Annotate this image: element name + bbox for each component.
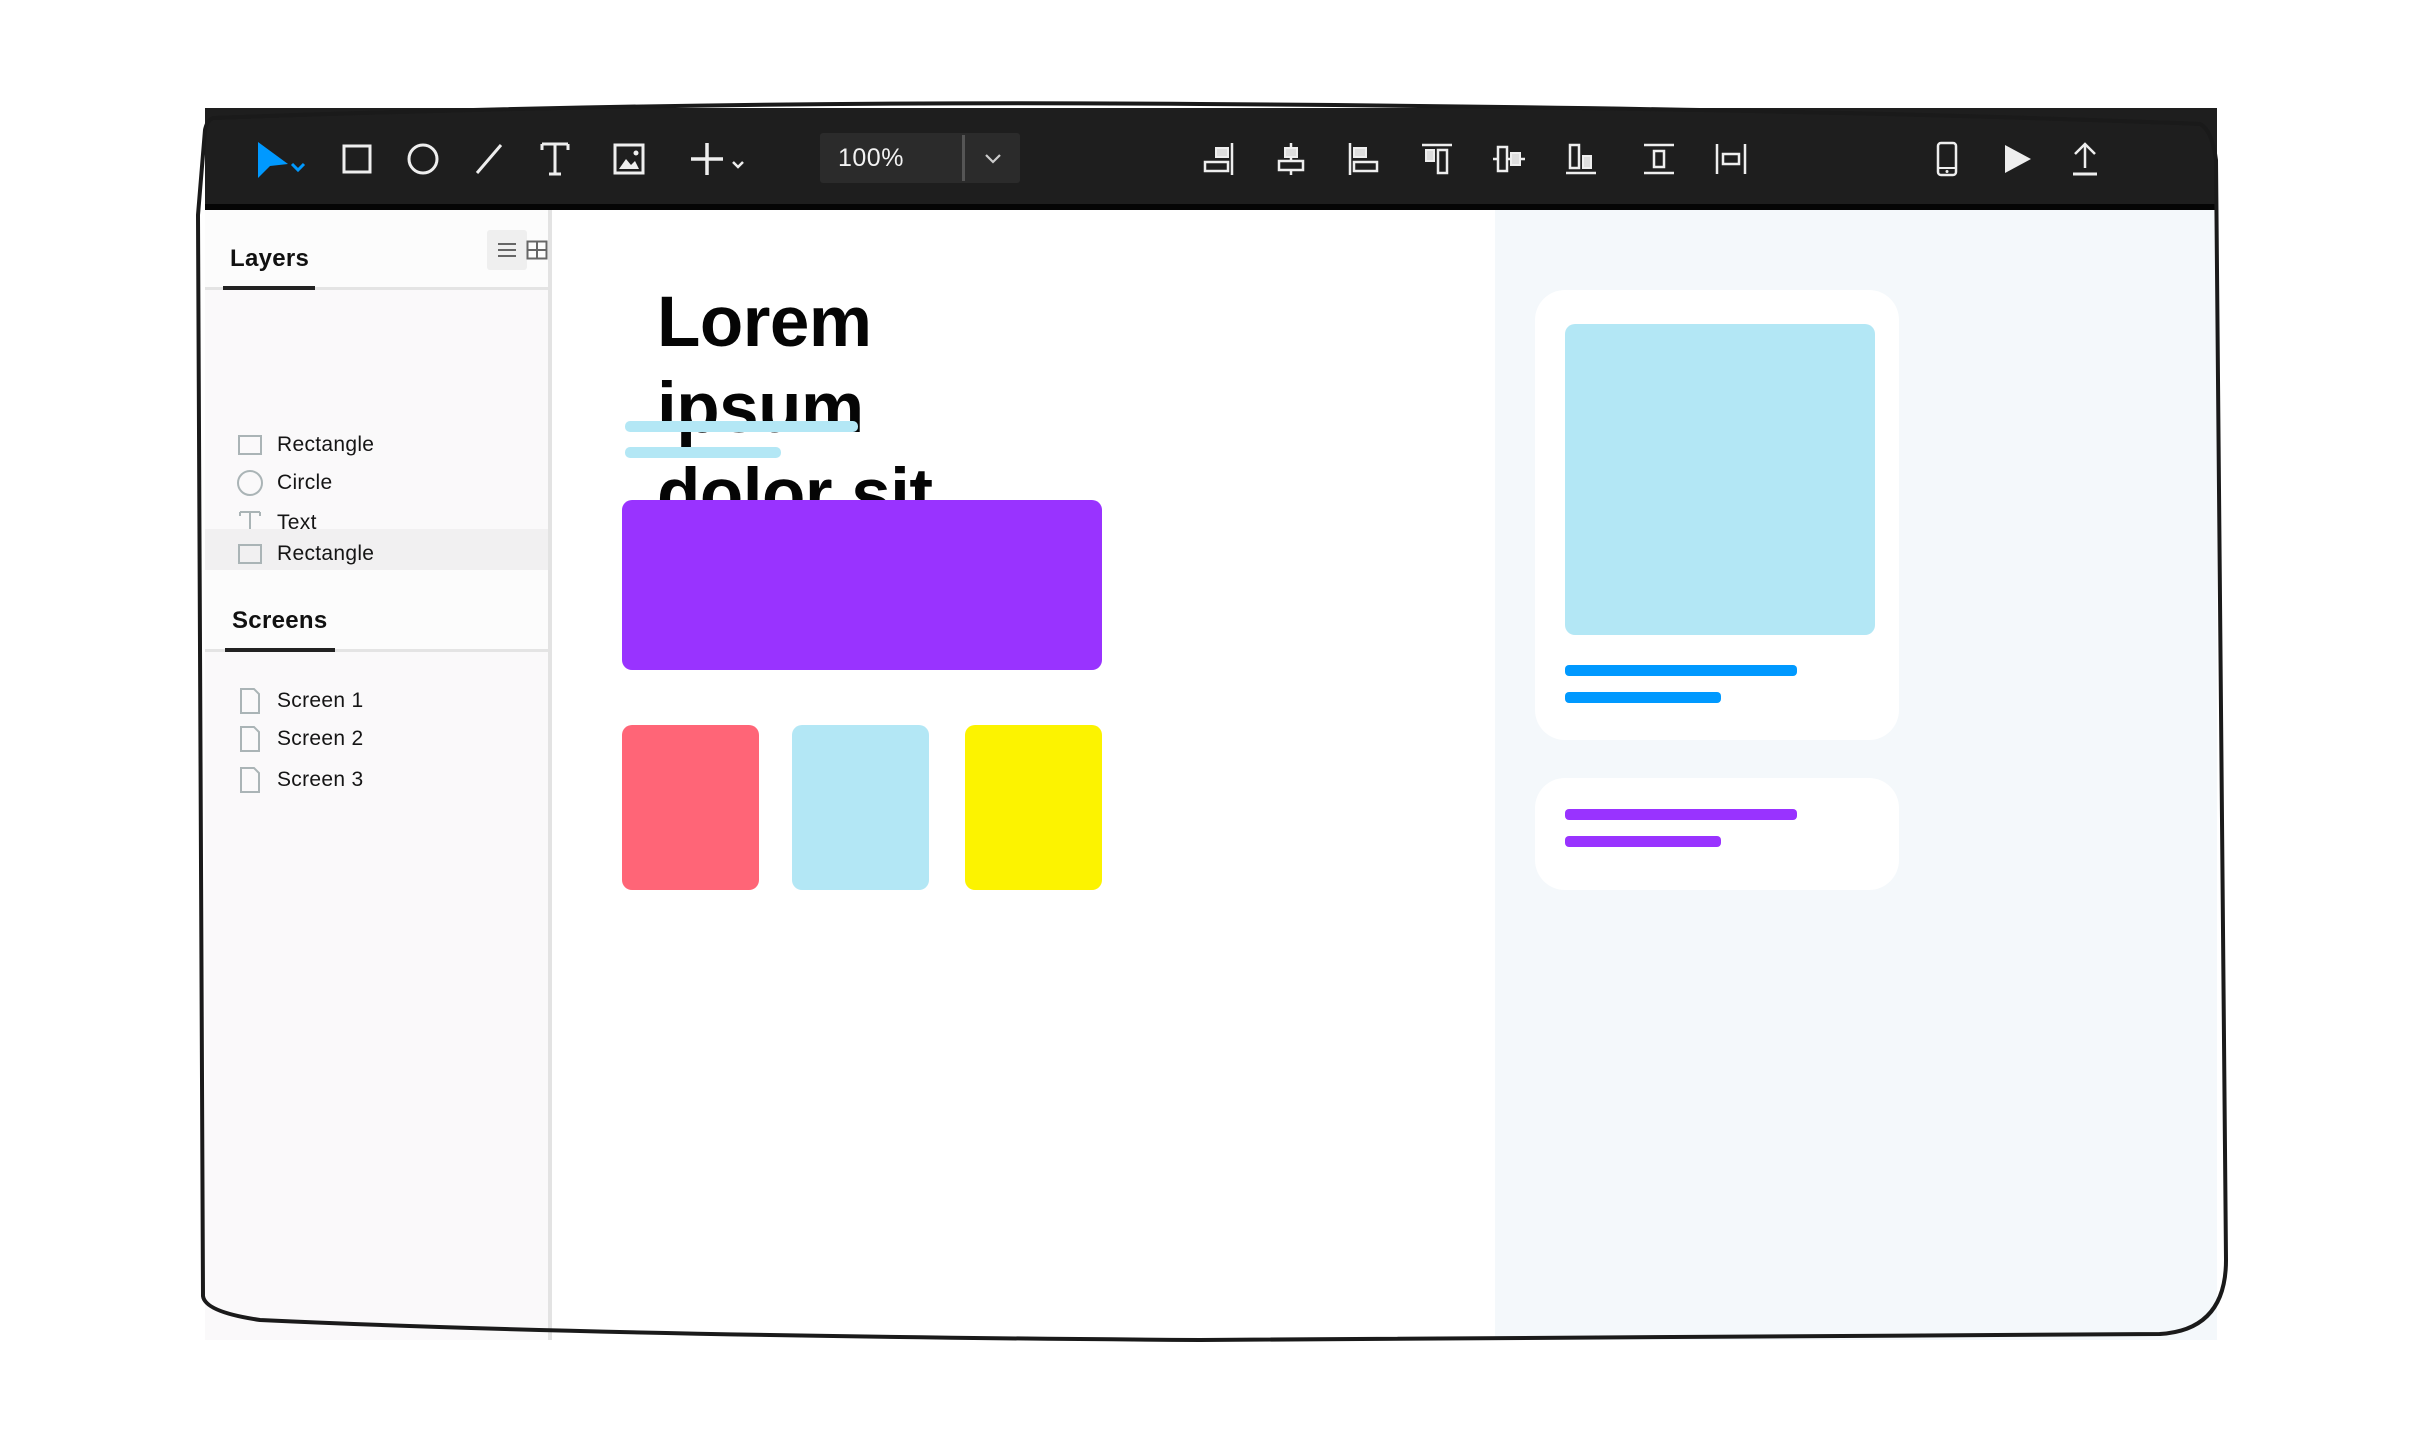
screens-tab[interactable]: Screens: [232, 607, 328, 635]
zoom-dropdown-button[interactable]: [965, 133, 1020, 183]
device-preview-button[interactable]: [1925, 138, 1969, 180]
text-tool-button[interactable]: [533, 138, 577, 180]
text-card[interactable]: [1535, 778, 1899, 890]
layers-tab-underline: [223, 286, 315, 290]
grid-view-icon: [526, 240, 548, 260]
screen-item-label: Screen 2: [277, 727, 364, 750]
export-icon: [2073, 142, 2097, 176]
align-bottom-icon: [1566, 143, 1596, 175]
page-icon: [235, 686, 265, 716]
pointer-arrow-icon: [258, 142, 306, 178]
align-horizontal-center-icon: [1277, 143, 1305, 175]
align-bottom-button[interactable]: [1559, 138, 1603, 180]
red-tile[interactable]: [622, 725, 759, 890]
page-icon: [235, 724, 265, 754]
play-button[interactable]: [1995, 138, 2039, 180]
align-left-icon: [1348, 143, 1379, 175]
distribute-vertical-button[interactable]: [1637, 138, 1681, 180]
distribute-horizontal-icon: [1715, 144, 1747, 174]
align-top-icon: [1422, 143, 1452, 175]
align-top-button[interactable]: [1415, 138, 1459, 180]
light-blue-tile[interactable]: [792, 725, 929, 890]
align-right-icon: [1203, 143, 1234, 175]
play-icon: [2005, 145, 2031, 173]
layer-item-label: Circle: [277, 471, 333, 494]
screen-item-label: Screen 1: [277, 689, 364, 712]
add-tool-button[interactable]: [685, 138, 755, 180]
text-placeholder-bar: [1565, 836, 1721, 847]
screens-tab-underline: [225, 648, 335, 652]
screen-item-label: Screen 3: [277, 768, 364, 791]
text-placeholder-bar: [1565, 665, 1797, 676]
image-tool-button[interactable]: [607, 138, 651, 180]
align-vertical-center-icon: [1493, 145, 1525, 173]
align-horizontal-center-button[interactable]: [1269, 138, 1313, 180]
image-icon: [613, 143, 645, 175]
yellow-tile[interactable]: [965, 725, 1102, 890]
zoom-value[interactable]: 100%: [838, 133, 904, 183]
plus-icon: [691, 143, 744, 175]
text-placeholder-bar: [1565, 692, 1721, 703]
screen-item[interactable]: Screen 3: [205, 755, 548, 805]
line-icon: [475, 144, 503, 174]
line-tool-button[interactable]: [467, 138, 511, 180]
purple-rectangle[interactable]: [622, 500, 1102, 670]
align-right-button[interactable]: [1197, 138, 1241, 180]
select-tool-button[interactable]: [250, 138, 320, 180]
preview-panel: [1495, 210, 2217, 1340]
content-card[interactable]: [1535, 290, 1899, 740]
sidebar: Layers Rectangle Circle Text Rectangle S…: [205, 210, 552, 1340]
zoom-select[interactable]: 100%: [820, 133, 1020, 183]
layers-tab[interactable]: Layers: [230, 245, 309, 273]
design-app-window: 100% Layers Rectangle Circle Text Rectan…: [205, 108, 2217, 1340]
rectangle-icon: [235, 430, 265, 460]
chevron-down-icon: [984, 154, 1001, 164]
text-placeholder-bar: [1565, 809, 1797, 820]
distribute-vertical-icon: [1644, 143, 1674, 175]
layer-item-label: Rectangle: [277, 542, 375, 565]
rectangle-tool-button[interactable]: [335, 138, 379, 180]
canvas-artboard[interactable]: Lorem ipsum dolor sit: [552, 210, 1495, 1340]
align-left-button[interactable]: [1341, 138, 1385, 180]
rectangle-icon: [342, 144, 372, 174]
rectangle-icon: [235, 539, 265, 569]
text-icon: [540, 142, 570, 176]
image-placeholder: [1565, 324, 1875, 635]
ellipse-tool-button[interactable]: [401, 138, 445, 180]
toolbar: 100%: [205, 108, 2217, 210]
layer-item-label: Rectangle: [277, 433, 375, 456]
device-preview-icon: [1936, 141, 1958, 177]
circle-icon: [407, 143, 439, 175]
distribute-horizontal-button[interactable]: [1709, 138, 1753, 180]
screens-panel-header-bar: Screens: [205, 572, 548, 652]
text-placeholder-bar[interactable]: [625, 447, 781, 458]
list-view-icon: [498, 243, 516, 257]
circle-icon: [235, 468, 265, 498]
layers-panel-header: Layers: [205, 210, 548, 290]
page-icon: [235, 765, 265, 795]
text-placeholder-bar[interactable]: [625, 421, 858, 432]
align-vertical-center-button[interactable]: [1487, 138, 1531, 180]
export-button[interactable]: [2063, 138, 2107, 180]
